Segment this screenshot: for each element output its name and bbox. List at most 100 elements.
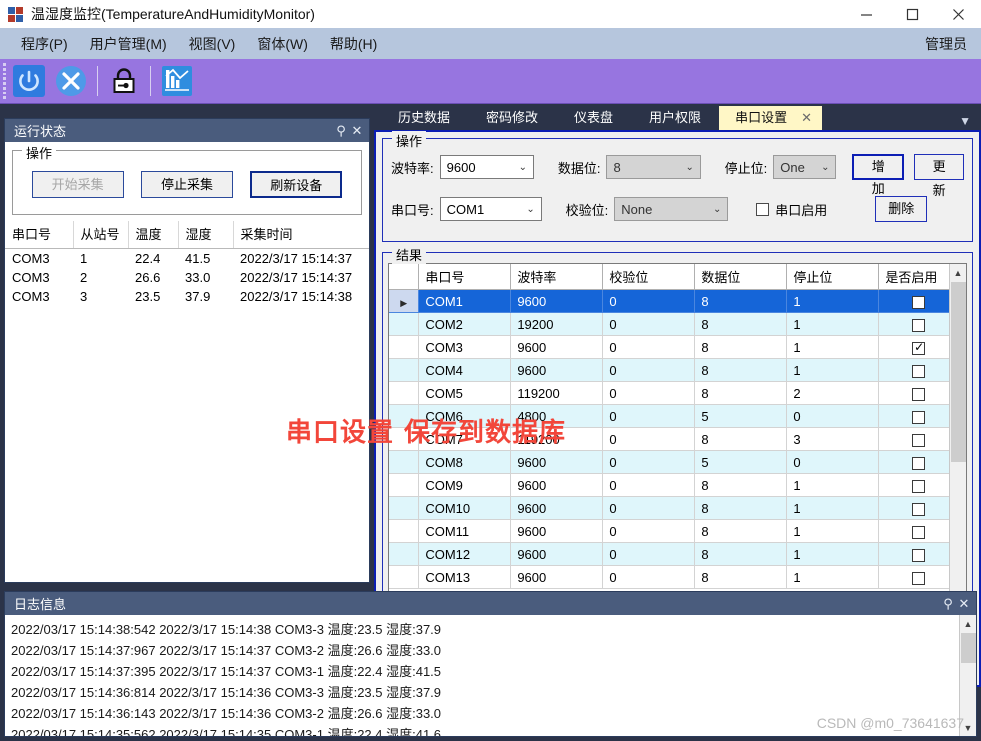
grid-row-header[interactable]	[389, 312, 420, 336]
grid-enable-checkbox[interactable]	[912, 479, 926, 493]
grid-row[interactable]: COM13 9600 0 8 1	[389, 565, 949, 589]
start-collect-button[interactable]: 开始采集	[31, 171, 124, 198]
grid-cell-enabled[interactable]	[878, 335, 949, 359]
grid-enable-checkbox[interactable]	[912, 433, 926, 447]
grid-row-header[interactable]	[389, 358, 420, 382]
grid-row-header[interactable]	[389, 381, 420, 405]
grid-cell-enabled[interactable]	[878, 427, 949, 451]
grid-row-header[interactable]	[389, 404, 420, 428]
update-button[interactable]: 更新	[914, 154, 965, 198]
tab-history-data[interactable]: 历史数据	[380, 106, 468, 130]
grid-row[interactable]: COM3 9600 0 8 1	[389, 335, 949, 359]
grid-row-header[interactable]	[389, 519, 420, 543]
stop-collect-button[interactable]: 停止采集	[140, 171, 233, 198]
grid-row[interactable]: COM12 9600 0 8 1	[389, 542, 949, 566]
serial-enable-checkbox[interactable]: 串口启用	[756, 200, 827, 219]
grid-enable-checkbox[interactable]	[912, 364, 926, 378]
scroll-up-icon[interactable]: ▲	[949, 264, 966, 281]
grid-cell-enabled[interactable]	[878, 450, 949, 474]
lock-icon[interactable]	[107, 64, 141, 98]
grid-enable-checkbox[interactable]	[912, 410, 926, 424]
grid-row-header[interactable]	[389, 496, 420, 520]
toolbar-drag-handle[interactable]	[0, 59, 8, 103]
grid-cell-enabled[interactable]	[878, 542, 949, 566]
grid-row[interactable]: COM9 9600 0 8 1	[389, 473, 949, 497]
tab-password-change[interactable]: 密码修改	[468, 106, 556, 130]
grid-cell-enabled[interactable]	[878, 404, 949, 428]
grid-row-header[interactable]	[389, 542, 420, 566]
scrollbar-track[interactable]	[959, 664, 976, 719]
menu-item-view[interactable]: 视图(V)	[178, 31, 247, 57]
scrollbar-thumb[interactable]	[960, 633, 976, 663]
grid-row-header[interactable]	[389, 473, 420, 497]
tab-user-permissions[interactable]: 用户权限	[631, 106, 719, 130]
grid-row[interactable]: COM4 9600 0 8 1	[389, 358, 949, 382]
log-line: 2022/03/17 15:14:37:395 2022/3/17 15:14:…	[11, 664, 442, 679]
grid-cell-enabled[interactable]	[878, 381, 949, 405]
baud-rate-select[interactable]: 9600 ⌄	[439, 155, 534, 179]
minimize-button[interactable]	[843, 0, 889, 28]
parity-select[interactable]: None ⌄	[614, 197, 729, 221]
scrollbar-thumb[interactable]	[950, 282, 966, 462]
grid-cell-enabled[interactable]	[878, 473, 949, 497]
menu-item-help[interactable]: 帮助(H)	[319, 31, 388, 57]
delete-button[interactable]: 删除	[875, 196, 928, 222]
grid-enable-checkbox[interactable]	[912, 571, 926, 585]
menu-item-program[interactable]: 程序(P)	[10, 31, 79, 57]
close-circle-icon[interactable]	[54, 64, 88, 98]
pin-icon[interactable]: ⚲	[940, 595, 956, 613]
grid-row-header[interactable]	[389, 427, 420, 451]
grid-cell-enabled[interactable]	[878, 496, 949, 520]
grid-row[interactable]: COM6 4800 0 5 0	[389, 404, 949, 428]
grid-row-header[interactable]	[389, 565, 420, 589]
tab-close-icon[interactable]: ✕	[801, 106, 812, 130]
pin-icon[interactable]: ⚲	[333, 122, 349, 140]
grid-row[interactable]: COM5 119200 0 8 2	[389, 381, 949, 405]
grid-enable-checkbox[interactable]	[912, 295, 926, 309]
table-row[interactable]: COM3 2 26.6 33.0 2022/3/17 15:14:37	[5, 268, 369, 287]
grid-cell-parity: 0	[602, 381, 696, 405]
grid-row[interactable]: COM10 9600 0 8 1	[389, 496, 949, 520]
tab-dashboard[interactable]: 仪表盘	[556, 106, 631, 130]
grid-cell-enabled[interactable]	[878, 312, 949, 336]
grid-enable-checkbox[interactable]	[912, 318, 926, 332]
port-select[interactable]: COM1 ⌄	[439, 197, 542, 221]
add-button[interactable]: 增加	[852, 154, 905, 196]
close-button[interactable]	[935, 0, 981, 28]
grid-row[interactable]: COM7 119200 0 8 3	[389, 427, 949, 451]
grid-cell-databits: 8	[694, 473, 788, 497]
grid-enable-checkbox[interactable]	[912, 548, 926, 562]
chart-icon[interactable]	[160, 64, 194, 98]
scroll-up-icon[interactable]: ▲	[959, 615, 976, 632]
table-row[interactable]: COM3 1 22.4 41.5 2022/3/17 15:14:37	[5, 249, 369, 269]
grid-cell-enabled[interactable]	[878, 519, 949, 543]
power-icon[interactable]	[12, 64, 46, 98]
grid-enable-checkbox[interactable]	[912, 456, 926, 470]
menu-item-user-management[interactable]: 用户管理(M)	[79, 31, 178, 57]
close-icon[interactable]: ✕	[956, 595, 972, 613]
grid-cell-enabled[interactable]	[878, 358, 949, 382]
grid-row-header[interactable]: ▶	[389, 289, 420, 313]
grid-row[interactable]: COM2 19200 0 8 1	[389, 312, 949, 336]
grid-cell-enabled[interactable]	[878, 289, 949, 313]
grid-row[interactable]: COM8 9600 0 5 0	[389, 450, 949, 474]
grid-row[interactable]: COM11 9600 0 8 1	[389, 519, 949, 543]
stop-bits-select[interactable]: One ⌄	[773, 155, 837, 179]
tab-serial-settings[interactable]: 串口设置 ✕	[719, 106, 822, 130]
grid-enable-checkbox[interactable]	[912, 387, 926, 401]
menu-item-window[interactable]: 窗体(W)	[246, 31, 319, 57]
grid-row[interactable]: ▶ COM1 9600 0 8 1	[389, 289, 949, 313]
chevron-down-icon: ⌄	[821, 161, 830, 173]
grid-enable-checkbox[interactable]	[912, 502, 926, 516]
grid-row-header[interactable]	[389, 335, 420, 359]
refresh-device-button[interactable]: 刷新设备	[250, 171, 343, 198]
data-bits-select[interactable]: 8 ⌄	[606, 155, 701, 179]
grid-enable-checkbox[interactable]	[912, 340, 926, 355]
grid-row-header[interactable]	[389, 450, 420, 474]
tab-overflow-icon[interactable]: ▼	[959, 115, 971, 127]
maximize-button[interactable]	[889, 0, 935, 28]
grid-enable-checkbox[interactable]	[912, 525, 926, 539]
grid-cell-enabled[interactable]	[878, 565, 949, 589]
table-row[interactable]: COM3 3 23.5 37.9 2022/3/17 15:14:38	[5, 287, 369, 306]
close-icon[interactable]: ✕	[349, 122, 365, 140]
